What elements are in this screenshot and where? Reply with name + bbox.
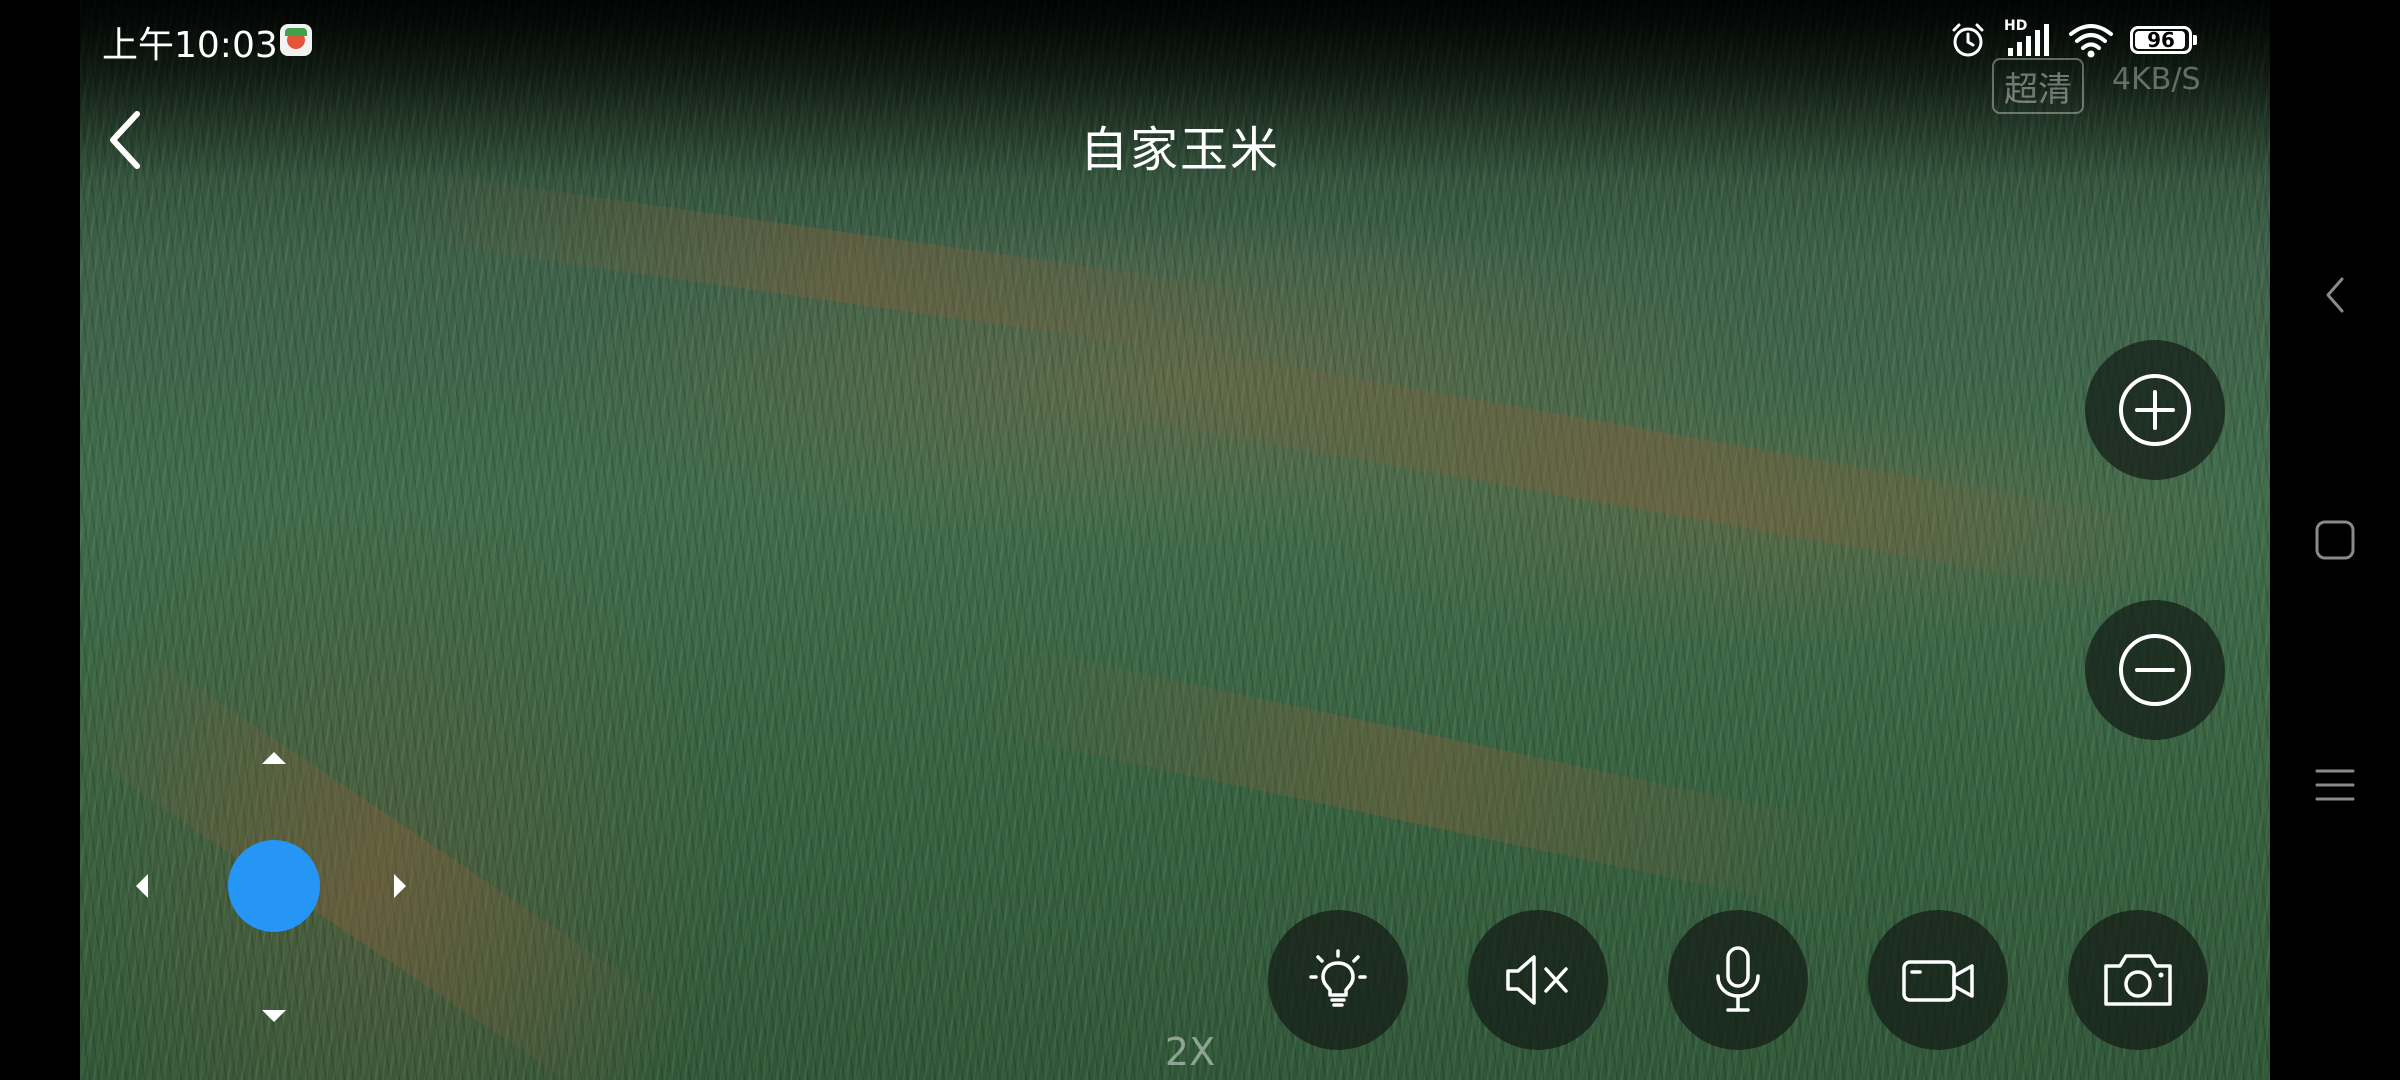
app-notification-icon xyxy=(280,24,312,56)
lightbulb-icon xyxy=(1303,945,1373,1015)
battery-icon: 96 xyxy=(2130,26,2197,54)
nav-back-button[interactable] xyxy=(2295,255,2375,335)
nav-back-icon xyxy=(2320,273,2350,317)
camera-icon xyxy=(2098,948,2178,1012)
ptz-joystick[interactable] xyxy=(120,740,430,1050)
arrow-right-icon[interactable] xyxy=(394,874,406,898)
back-button[interactable] xyxy=(95,105,155,175)
speaker-muted-icon xyxy=(1500,945,1576,1015)
alarm-icon xyxy=(1948,20,1988,60)
light-button[interactable] xyxy=(1268,910,1408,1050)
zoom-in-button[interactable] xyxy=(2085,340,2225,480)
zoom-out-button[interactable] xyxy=(2085,600,2225,740)
nav-menu-button[interactable] xyxy=(2295,745,2375,825)
nav-home-button[interactable] xyxy=(2295,500,2375,580)
mute-button[interactable] xyxy=(1468,910,1608,1050)
network-speed: 4KB/S xyxy=(2112,62,2201,97)
chevron-left-icon xyxy=(105,110,145,170)
talk-button[interactable] xyxy=(1668,910,1808,1050)
arrow-left-icon[interactable] xyxy=(136,874,148,898)
arrow-down-icon[interactable] xyxy=(262,1010,286,1022)
signal-icon: HD xyxy=(2004,18,2052,60)
status-icons: HD 96 xyxy=(1948,18,2197,62)
network-hd-label: HD xyxy=(2004,18,2028,34)
video-camera-icon xyxy=(1898,950,1978,1010)
status-bar: 上午10:03 HD 96 xyxy=(80,0,2270,80)
page-title: 自家玉米 xyxy=(1079,122,1280,178)
nav-menu-icon xyxy=(2313,763,2357,807)
joystick-knob[interactable] xyxy=(228,840,320,932)
record-button[interactable] xyxy=(1868,910,2008,1050)
zoom-level-indicator: 2X xyxy=(1164,1030,1216,1074)
arrow-up-icon[interactable] xyxy=(262,752,286,764)
system-nav-bar xyxy=(2270,0,2400,1080)
snapshot-button[interactable] xyxy=(2068,910,2208,1050)
minus-circle-icon xyxy=(2115,630,2195,710)
plus-circle-icon xyxy=(2115,370,2195,450)
status-time: 上午10:03 xyxy=(102,25,278,66)
nav-home-icon xyxy=(2313,518,2357,562)
quality-button[interactable]: 超清 xyxy=(1992,58,2084,114)
microphone-icon xyxy=(1708,942,1768,1018)
battery-level: 96 xyxy=(2147,28,2175,52)
wifi-icon xyxy=(2068,20,2114,60)
app-screen: 上午10:03 HD 96 自家玉米 超清 4KB/S 2X xyxy=(0,0,2400,1080)
